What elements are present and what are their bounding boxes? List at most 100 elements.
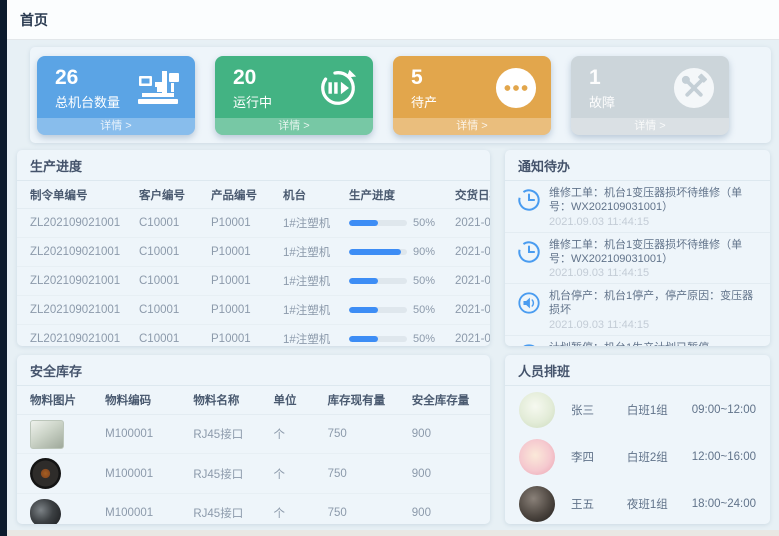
material-image-speaker-cone xyxy=(30,499,61,524)
horizontal-scrollbar[interactable] xyxy=(7,530,779,536)
column-header: 机台 xyxy=(279,181,345,209)
tab-bar: 首页 xyxy=(7,0,779,40)
stat-value: 26 xyxy=(55,65,120,90)
tools-icon xyxy=(673,67,715,109)
stock-table: 物料图片 物料编码 物料名称 单位 库存现有量 安全库存量 M100001 RJ… xyxy=(17,386,490,524)
notification-time: 2021.09.03 11:44:15 xyxy=(549,216,758,228)
machine-icon xyxy=(137,69,181,107)
speaker-icon xyxy=(517,291,541,331)
staff-schedule-panel: 人员排班 张三 白班1组 09:00~12:00 李四 白班2组 12:00~1… xyxy=(505,355,770,524)
table-row: M100001 RJ45接口 个 750 900 xyxy=(17,494,490,525)
staff-row: 李四 白班2组 12:00~16:00 xyxy=(505,433,770,480)
stat-value: 5 xyxy=(411,65,437,90)
card-detail-link[interactable]: 详情 > xyxy=(571,118,729,135)
material-image-speaker xyxy=(30,458,61,489)
staff-group: 白班2组 xyxy=(627,449,692,465)
staff-name: 王五 xyxy=(571,496,627,512)
table-row: ZL202109021001 C10001 P10001 1#注塑机 50% 2… xyxy=(17,267,490,296)
column-header: 客户编号 xyxy=(135,181,207,209)
clock-icon xyxy=(517,240,541,280)
stat-card-total-machines[interactable]: 26 总机台数量 详情 > xyxy=(37,56,195,135)
panel-title: 安全库存 xyxy=(17,355,490,386)
stat-cards-row: 26 总机台数量 详情 > xyxy=(30,47,771,143)
running-icon xyxy=(317,67,359,109)
staff-name: 李四 xyxy=(571,449,627,465)
column-header: 物料图片 xyxy=(17,386,101,415)
production-table: 制令单编号 客户编号 产品编号 机台 生产进度 交货日期 ZL202109021… xyxy=(17,181,490,346)
column-header: 库存现有量 xyxy=(324,386,408,415)
stat-card-body: 26 总机台数量 xyxy=(37,56,195,118)
ellipsis-icon xyxy=(495,67,537,109)
notification-item[interactable]: 维修工单：机台1变压器损坏待维修（单号：WX202109031001） 2021… xyxy=(505,233,770,285)
table-row: M100001 RJ45接口 个 750 900 xyxy=(17,454,490,494)
column-header: 制令单编号 xyxy=(17,181,135,209)
panel-title: 通知待办 xyxy=(505,150,770,181)
avatar xyxy=(519,439,555,475)
notification-text: 机台停产：机台1停产，停产原因：变压器损坏 xyxy=(549,289,758,318)
progress-bar: 50% xyxy=(349,304,447,316)
progress-bar: 50% xyxy=(349,333,447,345)
stat-value: 20 xyxy=(233,65,272,90)
table-header-row: 物料图片 物料编码 物料名称 单位 库存现有量 安全库存量 xyxy=(17,386,490,415)
collapsed-sidebar[interactable] xyxy=(0,0,7,536)
card-detail-link[interactable]: 详情 > xyxy=(393,118,551,135)
safety-stock-panel: 安全库存 物料图片 物料编码 物料名称 单位 库存现有量 安全库存量 M1000… xyxy=(17,355,490,524)
staff-row: 王五 夜班1组 18:00~24:00 xyxy=(505,480,770,524)
table-row: ZL202109021001 C10001 P10001 1#注塑机 50% 2… xyxy=(17,296,490,325)
progress-bar: 90% xyxy=(349,246,447,258)
column-header: 生产进度 xyxy=(345,181,451,209)
material-image-rj45 xyxy=(30,420,64,449)
notification-text: 维修工单：机台1变压器损坏待维修（单号：WX202109031001） xyxy=(549,238,758,267)
notification-item[interactable]: 机台停产：机台1停产，停产原因：变压器损坏 2021.09.03 11:44:1… xyxy=(505,284,770,336)
dashboard-screen: 首页 26 总机台数量 xyxy=(0,0,779,536)
stat-card-body: 5 待产 xyxy=(393,56,551,118)
stat-card-body: 20 运行中 xyxy=(215,56,373,118)
column-header: 安全库存量 xyxy=(408,386,490,415)
stat-label: 待产 xyxy=(411,92,437,111)
stat-card-waiting[interactable]: 5 待产 详情 > xyxy=(393,56,551,135)
progress-bar: 50% xyxy=(349,217,447,229)
staff-group: 白班1组 xyxy=(627,402,692,418)
stat-cards-panel: 26 总机台数量 详情 > xyxy=(30,47,771,143)
stat-card-body: 1 故障 xyxy=(571,56,729,118)
table-row: ZL202109021001 C10001 P10001 1#注塑机 50% 2… xyxy=(17,209,490,238)
avatar xyxy=(519,392,555,428)
panel-title: 生产进度 xyxy=(17,150,490,181)
notification-text: 计划暂停：机台1生产计划已暂停 xyxy=(549,341,709,346)
column-header: 物料名称 xyxy=(189,386,269,415)
card-detail-link[interactable]: 详情 > xyxy=(215,118,373,135)
staff-name: 张三 xyxy=(571,402,627,418)
notification-time: 2021.09.03 11:44:15 xyxy=(549,319,758,331)
column-header: 交货日期 xyxy=(451,181,490,209)
content-area: 26 总机台数量 详情 > xyxy=(7,41,779,530)
stat-card-fault[interactable]: 1 故障 xyxy=(571,56,729,135)
clock-icon xyxy=(517,188,541,228)
stat-card-running[interactable]: 20 运行中 详情 > xyxy=(215,56,373,135)
column-header: 单位 xyxy=(270,386,324,415)
stat-value: 1 xyxy=(589,65,615,90)
stat-label: 总机台数量 xyxy=(55,92,120,111)
staff-shift-time: 12:00~16:00 xyxy=(692,451,756,463)
column-header: 产品编号 xyxy=(207,181,279,209)
notifications-panel: 通知待办 维修工单：机台1变压器损坏待维修（单号：WX202109031001）… xyxy=(505,150,770,346)
staff-group: 夜班1组 xyxy=(627,496,692,512)
notification-item[interactable]: 维修工单：机台1变压器损坏待维修（单号：WX202109031001） 2021… xyxy=(505,181,770,233)
staff-shift-time: 18:00~24:00 xyxy=(692,498,756,510)
production-progress-panel: 生产进度 制令单编号 客户编号 产品编号 机台 生产进度 交货日期 ZL2021… xyxy=(17,150,490,346)
card-detail-link[interactable]: 详情 > xyxy=(37,118,195,135)
notification-text: 维修工单：机台1变压器损坏待维修（单号：WX202109031001） xyxy=(549,186,758,215)
notification-item[interactable]: 计划暂停：机台1生产计划已暂停 2021.09.03 11:44:15 xyxy=(505,336,770,346)
column-header: 物料编码 xyxy=(101,386,189,415)
table-header-row: 制令单编号 客户编号 产品编号 机台 生产进度 交货日期 xyxy=(17,181,490,209)
staff-row: 张三 白班1组 09:00~12:00 xyxy=(505,386,770,433)
avatar xyxy=(519,486,555,522)
progress-bar: 50% xyxy=(349,275,447,287)
table-row: M100001 RJ45接口 个 750 900 xyxy=(17,415,490,454)
notification-time: 2021.09.03 11:44:15 xyxy=(549,267,758,279)
staff-shift-time: 09:00~12:00 xyxy=(692,404,756,416)
speaker-icon xyxy=(517,343,541,346)
tab-home[interactable]: 首页 xyxy=(20,10,48,30)
stat-label: 运行中 xyxy=(233,92,272,111)
stat-label: 故障 xyxy=(589,92,615,111)
table-row: ZL202109021001 C10001 P10001 1#注塑机 50% 2… xyxy=(17,325,490,347)
